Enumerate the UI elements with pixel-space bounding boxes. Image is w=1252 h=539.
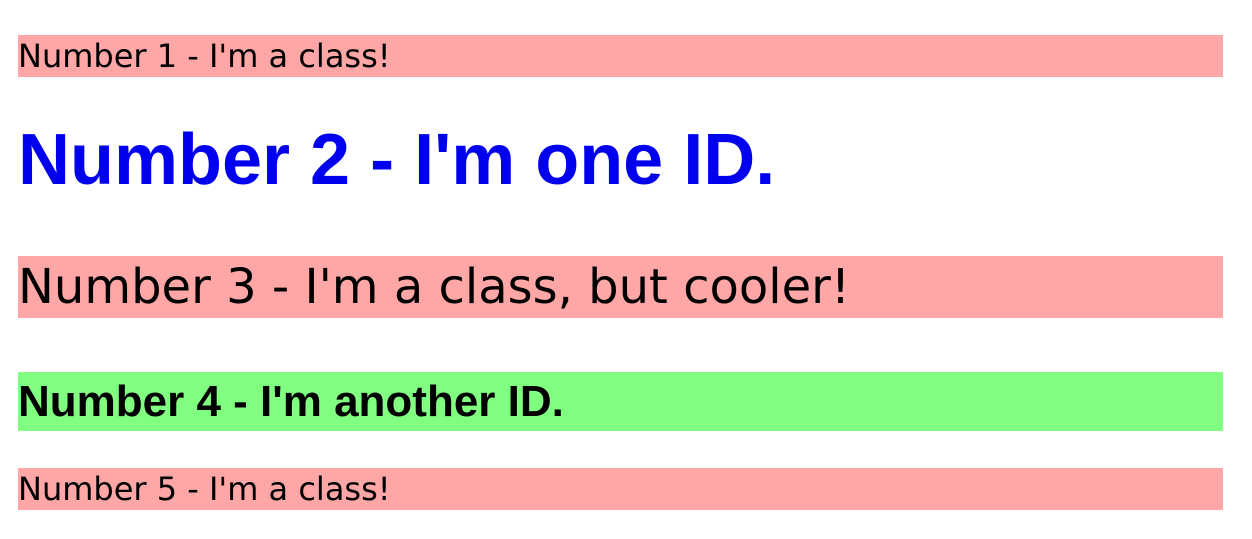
item-number-5-class: Number 5 - I'm a class! [18,468,1223,510]
item-number-4-another-id: Number 4 - I'm another ID. [18,372,1223,431]
item-number-1-class: Number 1 - I'm a class! [18,35,1223,77]
page: Number 1 - I'm a class! Number 2 - I'm o… [0,0,1252,539]
item-number-3-cooler-class: Number 3 - I'm a class, but cooler! [18,256,1223,318]
item-number-2-id: Number 2 - I'm one ID. [18,120,776,200]
